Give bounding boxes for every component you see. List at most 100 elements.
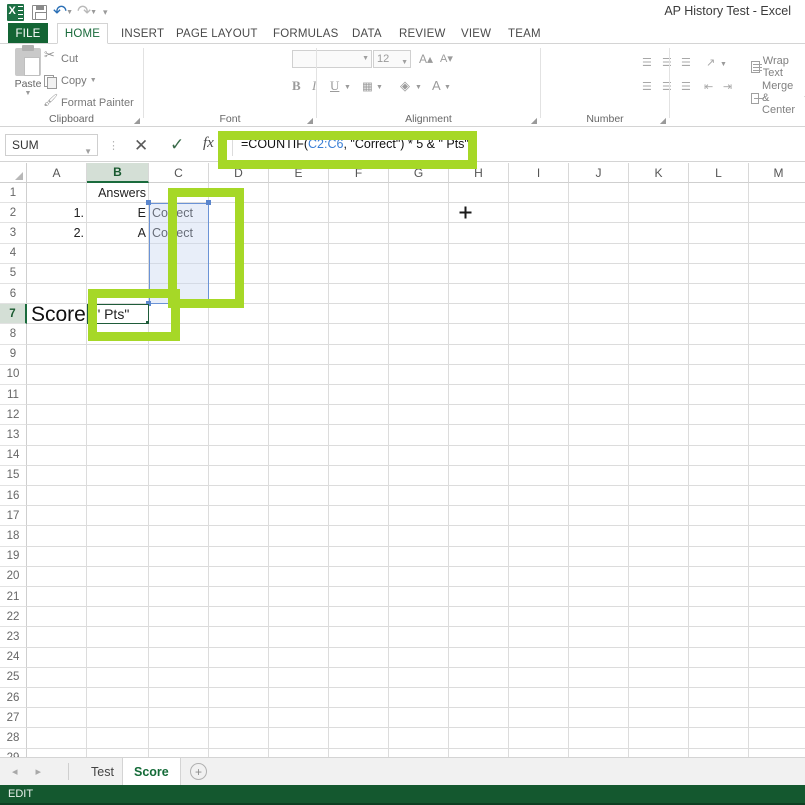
tab-page-layout[interactable]: PAGE LAYOUT [168,23,266,44]
tab-file[interactable]: FILE [8,23,48,44]
formula-bar-grip: ⋮ [108,140,119,152]
undo-icon[interactable]: ↶ ▼ [52,2,74,22]
row-header-4[interactable]: 4 [0,243,27,264]
column-header-b[interactable]: B [87,163,149,183]
number-dialog-launcher-icon[interactable]: ◢ [660,116,666,125]
row-header-29[interactable]: 29 [0,748,27,757]
row-header-11[interactable]: 11 [0,385,27,406]
row-header-14[interactable]: 14 [0,445,27,466]
customize-qat-icon[interactable]: ▾ [100,7,108,18]
copy-button[interactable]: Copy ▼ [44,74,97,89]
sheet-tab-test[interactable]: Test [80,758,125,786]
row-header-8[interactable]: 8 [0,324,27,345]
row-header-16[interactable]: 16 [0,486,27,507]
cancel-icon[interactable]: ✕ [134,136,148,156]
excel-logo-icon[interactable] [4,2,26,22]
cell-b1[interactable]: Answers [87,183,149,203]
enter-icon[interactable]: ✓ [170,135,184,155]
sheet-tab-score[interactable]: Score [122,758,181,786]
row-header-1[interactable]: 1 [0,183,27,204]
row-header-2[interactable]: 2 [0,203,27,224]
row-header-15[interactable]: 15 [0,465,27,486]
row-header-25[interactable]: 25 [0,667,27,688]
row-header-10[interactable]: 10 [0,364,27,385]
row-header-28[interactable]: 28 [0,728,27,749]
sheet-tab-divider [68,763,69,780]
add-sheet-icon[interactable]: + [190,763,207,780]
row-header-9[interactable]: 9 [0,344,27,365]
row-header-13[interactable]: 13 [0,425,27,446]
grid-line-horizontal [27,666,805,668]
grid-line-horizontal [27,464,805,466]
name-box-dropdown-icon[interactable]: ▼ [84,142,92,162]
row-header-27[interactable]: 27 [0,708,27,729]
tab-home[interactable]: HOME [57,23,108,44]
row-header-19[interactable]: 19 [0,546,27,567]
cell-b2[interactable]: E [87,203,149,223]
cut-button[interactable]: Cut [44,48,78,65]
row-header-22[interactable]: 22 [0,607,27,628]
select-all-button[interactable] [0,163,27,183]
grid-line-horizontal [27,707,805,709]
title-bar: ↶▼ ↷▼ ▾ AP History Test - Excel [0,0,805,23]
column-header-l[interactable]: L [689,163,749,183]
font-dialog-launcher-icon[interactable]: ◢ [307,116,313,125]
grid-line-horizontal [27,363,805,365]
alignment-dialog-launcher-icon[interactable]: ◢ [531,116,537,125]
cell-b3[interactable]: A [87,223,149,243]
tab-insert[interactable]: INSERT [113,23,172,44]
save-icon[interactable] [28,2,50,22]
grid-line-horizontal [27,384,805,385]
range-resize-handle[interactable] [146,200,151,206]
format-painter-button[interactable]: Format Painter [43,93,134,109]
column-header-j[interactable]: J [569,163,629,183]
row-header-3[interactable]: 3 [0,223,27,244]
row-header-20[interactable]: 20 [0,566,27,587]
insert-function-icon[interactable]: fx [203,135,214,152]
grid-line-vertical [748,183,749,757]
cell-a2[interactable]: 1. [27,203,87,223]
redo-icon[interactable]: ↷ ▼ [76,2,98,22]
grid-line-vertical [688,183,689,757]
cell-a7-score-label[interactable]: Score: [31,304,92,325]
tab-team[interactable]: TEAM [500,23,549,44]
grid-line-vertical [328,183,329,757]
column-header-k[interactable]: K [629,163,689,183]
format-painter-label: Format Painter [61,96,134,109]
row-header-21[interactable]: 21 [0,587,27,608]
row-header-17[interactable]: 17 [0,506,27,527]
row-header-7[interactable]: 7 [0,304,27,325]
tab-formulas[interactable]: FORMULAS [265,23,347,44]
column-header-c[interactable]: C [149,163,209,183]
cell-a3[interactable]: 2. [27,223,87,243]
column-header-i[interactable]: I [509,163,569,183]
sheet-next-icon[interactable]: ▸ [36,765,42,778]
row-header-24[interactable]: 24 [0,647,27,668]
row-header-5[interactable]: 5 [0,263,27,284]
grid-line-vertical [448,183,449,757]
row-header-18[interactable]: 18 [0,526,27,547]
spreadsheet-grid[interactable]: ABCDEFGHIJKLM 1 2 3 4 5 6 7 8 9 10 11 12 13 14 15 16 17 1… [0,163,805,757]
grid-line-horizontal [27,424,805,426]
tab-view[interactable]: VIEW [453,23,499,44]
column-header-a[interactable]: A [27,163,87,183]
grid-line-horizontal [27,485,805,486]
grid-line-horizontal [27,687,805,688]
ribbon-group-number: General ▼ $ ▼ % , ←.0.00 .00→.0 Number ◢ [541,44,669,127]
copy-dropdown-icon[interactable]: ▼ [90,77,97,84]
ribbon: Paste ▼ Cut Copy ▼ Format Painter Clipbo… [0,44,805,127]
row-header-12[interactable]: 12 [0,405,27,426]
name-box[interactable]: SUM ▼ [5,134,98,156]
tab-review[interactable]: REVIEW [391,23,454,44]
sheet-prev-icon[interactable]: ◂ [12,765,18,778]
row-header-26[interactable]: 26 [0,688,27,709]
bold-button[interactable]: B [292,78,301,94]
row-header-6[interactable]: 6 [0,284,27,305]
row-header-23[interactable]: 23 [0,627,27,648]
ribbon-group-clipboard: Paste ▼ Cut Copy ▼ Format Painter Clipbo… [0,44,143,127]
clipboard-dialog-launcher-icon[interactable]: ◢ [134,116,140,125]
ribbon-group-alignment: ☰ ☰ ☰ ↗ ▼ Wrap Text ☰ ☰ ☰ ⇤ ⇥ Merge & Ce… [317,44,805,127]
column-header-m[interactable]: M [749,163,805,183]
formula-bar-highlight [218,131,477,169]
tab-data[interactable]: DATA [344,23,390,44]
